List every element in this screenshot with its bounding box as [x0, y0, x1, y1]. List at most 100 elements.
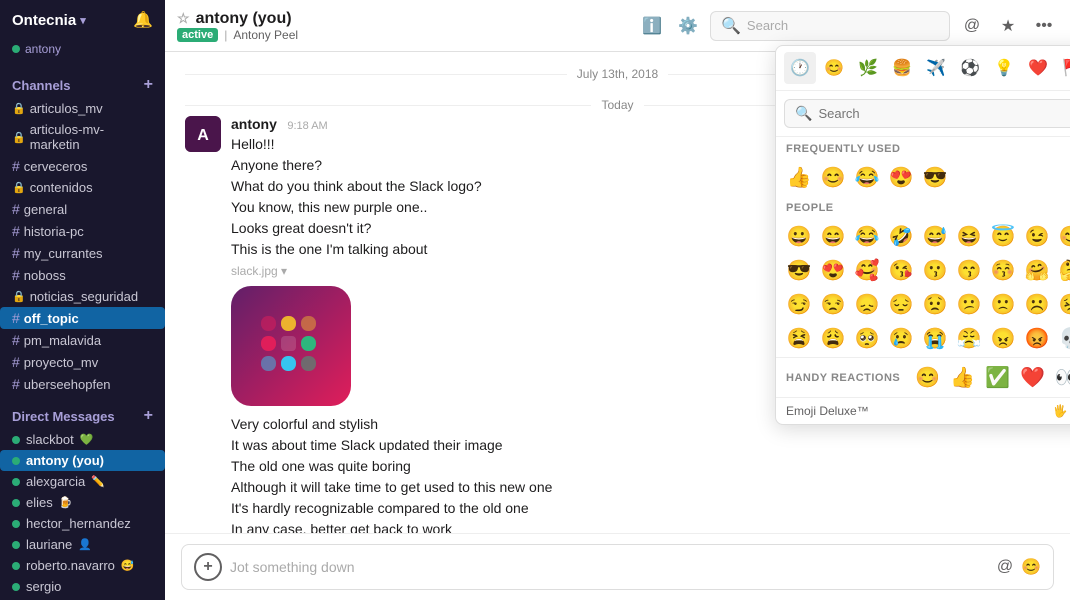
workspace-name[interactable]: Ontecnia ▾: [12, 12, 86, 29]
gear-icon[interactable]: ⚙️: [674, 12, 702, 40]
emoji-pensive[interactable]: 😔: [884, 287, 918, 321]
emoji-smirk[interactable]: 😏: [782, 287, 816, 321]
emoji-grin[interactable]: 😄: [816, 219, 850, 253]
emoji-kissing-heart[interactable]: 😘: [884, 253, 918, 287]
emoji-confused[interactable]: 😕: [952, 287, 986, 321]
emoji-blush[interactable]: 😊: [1054, 219, 1070, 253]
emoji-kissing-smiling-eyes[interactable]: 😙: [952, 253, 986, 287]
emoji-tab-travel[interactable]: ✈️: [920, 52, 952, 84]
emoji-sob[interactable]: 😭: [918, 321, 952, 355]
dm-item-antony[interactable]: antony (you): [0, 450, 165, 471]
dm-item-sergio[interactable]: sergio: [0, 576, 165, 597]
emoji-worried[interactable]: 😟: [918, 287, 952, 321]
more-icon[interactable]: •••: [1030, 12, 1058, 40]
at-input-icon[interactable]: @: [997, 558, 1013, 576]
dm-item-roberto-navarro[interactable]: roberto.navarro 😅: [0, 555, 165, 576]
emoji-tab-food[interactable]: 🍔: [886, 52, 918, 84]
emoji-tab-recent[interactable]: 🕐: [784, 52, 816, 84]
emoji-cry[interactable]: 😢: [884, 321, 918, 355]
handy-emoji-smile[interactable]: 😊: [912, 362, 943, 393]
channel-item-articulos-mv[interactable]: 🔒 articulos_mv: [0, 98, 165, 119]
emoji-sweat-smile[interactable]: 😅: [918, 219, 952, 253]
emoji-joy2[interactable]: 😂: [850, 219, 884, 253]
skin-tone-selector[interactable]: 🖐 Skin Tone: [1053, 404, 1070, 418]
handy-emoji-thumbsup[interactable]: 👍: [947, 362, 978, 393]
emoji-laughing[interactable]: 😆: [952, 219, 986, 253]
emoji-thinking[interactable]: 🤔: [1054, 253, 1070, 287]
handy-emoji-eyes[interactable]: 👀: [1052, 362, 1070, 393]
emoji-smile[interactable]: 😊: [816, 160, 850, 194]
channel-item-noticias-seguridad[interactable]: 🔒 noticias_seguridad: [0, 286, 165, 307]
dm-item-elies[interactable]: elies 🍺: [0, 492, 165, 513]
channel-item-proyecto-mv[interactable]: # proyecto_mv: [0, 351, 165, 373]
channel-item-articulos-mv-marketin[interactable]: 🔒 articulos-mv-marketin: [0, 119, 165, 155]
emoji-disappointed[interactable]: 😞: [850, 287, 884, 321]
emoji-weary[interactable]: 😩: [816, 321, 850, 355]
channel-item-my-currantes[interactable]: # my_currantes: [0, 242, 165, 264]
dm-item-lauriane[interactable]: lauriane 👤: [0, 534, 165, 555]
emoji-angry[interactable]: 😠: [986, 321, 1020, 355]
channel-item-general[interactable]: # general: [0, 198, 165, 220]
emoji-hugging[interactable]: 🤗: [1020, 253, 1054, 287]
info-icon[interactable]: ℹ️: [638, 12, 666, 40]
emoji-search-input[interactable]: [818, 106, 1070, 121]
channel-item-off-topic[interactable]: # off_topic: [0, 307, 165, 329]
emoji-frowning[interactable]: ☹️: [1020, 287, 1054, 321]
emoji-tab-activities[interactable]: ⚽: [954, 52, 986, 84]
emoji-heart-eyes2[interactable]: 😍: [816, 253, 850, 287]
handy-reactions-row: Handy Reactions 😊 👍 ✅ ❤️ 👀: [776, 357, 1070, 397]
hash-icon: #: [12, 376, 20, 392]
emoji-smiling-3-hearts[interactable]: 🥰: [850, 253, 884, 287]
hash-icon: #: [12, 332, 20, 348]
channel-item-noboss[interactable]: # noboss: [0, 264, 165, 286]
emoji-kissing-closed-eyes[interactable]: 😚: [986, 253, 1020, 287]
add-channel-icon[interactable]: +: [144, 76, 153, 94]
emoji-heart-eyes[interactable]: 😍: [884, 160, 918, 194]
emoji-persevering[interactable]: 😣: [1054, 287, 1070, 321]
channel-item-uberseehopfen[interactable]: # uberseehopfen: [0, 373, 165, 395]
emoji-wink[interactable]: 😉: [1020, 219, 1054, 253]
emoji-rage[interactable]: 😡: [1020, 321, 1054, 355]
dm-item-slackbot[interactable]: slackbot 💚: [0, 429, 165, 450]
channel-title: ☆ antony (you): [177, 10, 298, 28]
emoji-tab-symbols[interactable]: ❤️: [1022, 52, 1054, 84]
emoji-input-icon[interactable]: 😊: [1021, 557, 1041, 577]
handy-emoji-heart[interactable]: ❤️: [1017, 362, 1048, 393]
handy-emoji-check[interactable]: ✅: [982, 362, 1013, 393]
emoji-tired[interactable]: 😫: [782, 321, 816, 355]
emoji-tab-people[interactable]: 😊: [818, 52, 850, 84]
emoji-tab-nature[interactable]: 🌿: [852, 52, 884, 84]
dm-item-hector-hernandez[interactable]: hector_hernandez: [0, 513, 165, 534]
emoji-sunglasses[interactable]: 😎: [918, 160, 952, 194]
add-dm-icon[interactable]: +: [144, 407, 153, 425]
bell-icon[interactable]: 🔔: [133, 10, 153, 30]
emoji-kissing[interactable]: 😗: [918, 253, 952, 287]
at-icon[interactable]: @: [958, 12, 986, 40]
channel-item-historia-pc[interactable]: # historia-pc: [0, 220, 165, 242]
topbar-right: ℹ️ ⚙️ 🔍 @ ★ •••: [638, 11, 1058, 41]
star-icon[interactable]: ★: [994, 12, 1022, 40]
message-body-2: Very colorful and stylish It was about t…: [231, 414, 1050, 533]
emoji-skull[interactable]: 💀: [1054, 321, 1070, 355]
message-input[interactable]: [230, 559, 989, 575]
emoji-cool[interactable]: 😎: [782, 253, 816, 287]
message-2: Very colorful and stylish It was about t…: [185, 414, 1050, 533]
emoji-tab-flags[interactable]: 🚩: [1056, 52, 1070, 84]
emoji-thumbsup[interactable]: 👍: [782, 160, 816, 194]
emoji-unamused[interactable]: 😒: [816, 287, 850, 321]
emoji-pleading[interactable]: 🥺: [850, 321, 884, 355]
channel-item-pm-malavida[interactable]: # pm_malavida: [0, 329, 165, 351]
add-attachment-button[interactable]: +: [194, 553, 222, 581]
emoji-slightly-frowning[interactable]: 🙁: [986, 287, 1020, 321]
emoji-innocent[interactable]: 😇: [986, 219, 1020, 253]
dm-item-alexgarcia[interactable]: alexgarcia ✏️: [0, 471, 165, 492]
emoji-tab-objects[interactable]: 💡: [988, 52, 1020, 84]
emoji-rofl[interactable]: 🤣: [884, 219, 918, 253]
channel-item-contenidos[interactable]: 🔒 contenidos: [0, 177, 165, 198]
search-input[interactable]: [747, 18, 939, 33]
emoji-joy[interactable]: 😂: [850, 160, 884, 194]
star-icon[interactable]: ☆: [177, 10, 190, 27]
emoji-steam[interactable]: 😤: [952, 321, 986, 355]
channel-item-cerveceros[interactable]: # cerveceros: [0, 155, 165, 177]
emoji-grinning[interactable]: 😀: [782, 219, 816, 253]
